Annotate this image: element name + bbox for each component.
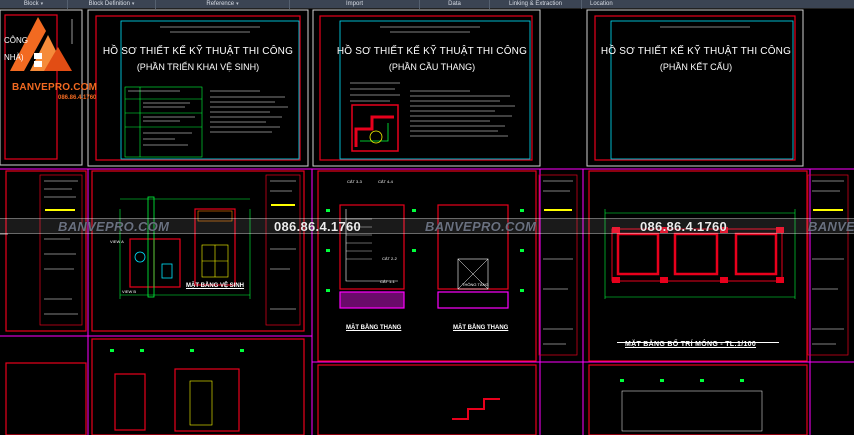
plan-label-mong: MẶT BẰNG BỐ TRÍ MÓNG - TL:1/100: [625, 341, 757, 348]
plan-label-ve-sinh: MẶT BẰNG VỆ SINH: [186, 283, 245, 289]
ribbon-panel-import[interactable]: Import: [290, 0, 420, 9]
view-b-label: VIEW B: [122, 289, 137, 294]
ribbon-panel-label: Location: [590, 1, 613, 7]
ribbon-panel-label: Data: [448, 1, 461, 7]
logo-phone: 086.86.4.1760: [58, 95, 97, 101]
ribbon-panel-data[interactable]: Data: [420, 0, 490, 9]
plan-label-thang-1: MẶT BẰNG THANG: [346, 325, 402, 331]
ribbon-panel-label: Block Definition: [88, 1, 130, 7]
ribbon-panel-reference[interactable]: Reference ▾: [156, 0, 290, 9]
section-label-4: CẮT 4-4: [378, 179, 393, 184]
watermark-site-3: BANVE: [808, 219, 854, 234]
ribbon-panel-linking-extraction[interactable]: Linking & Extraction: [490, 0, 582, 9]
chevron-down-icon: ▾: [40, 1, 44, 7]
left-sheet-text-2: NHÀ): [4, 53, 24, 62]
left-sheet-text-1: CÔNG: [4, 36, 28, 45]
sheet-title-3: HỒ SƠ THIẾT KẾ KỸ THUẬT THI CÔNG: [600, 46, 792, 57]
sheet-title-2: HỒ SƠ THIẾT KẾ KỸ THUẬT THI CÔNG: [336, 46, 528, 57]
chevron-down-icon: ▾: [131, 1, 135, 7]
ribbon-panel-label: Import: [345, 1, 363, 7]
ribbon-panel-label: Reference: [206, 1, 235, 7]
ribbon-panel-block[interactable]: Block ▾: [0, 0, 68, 9]
ribbon-panel-bar: Block ▾ Block Definition ▾ Reference ▾ I…: [0, 0, 854, 9]
sheet-frame-3: [586, 9, 804, 167]
sheet-subtitle-3: (PHẦN KẾT CẤU): [659, 62, 733, 72]
plan-label-thang-2: MẶT BẰNG THANG: [453, 325, 509, 331]
ribbon-panel-label: Block: [23, 1, 39, 7]
sheet-subtitle-1: (PHẦN TRIỂN KHAI VỆ SINH): [136, 62, 260, 72]
watermark-site-1: BANVEPRO.COM: [58, 219, 170, 234]
watermark-site-2: BANVEPRO.COM: [425, 219, 537, 234]
ribbon-panel-location[interactable]: Location: [582, 0, 854, 9]
watermark-phone-2: 086.86.4.1760: [640, 219, 728, 234]
ribbon-panel-label: Linking & Extraction: [508, 1, 563, 7]
sheet-subtitle-2: (PHẦN CẦU THANG): [388, 62, 476, 72]
chevron-down-icon: ▾: [236, 1, 239, 7]
section-label-3: CẮT 3-3: [347, 179, 362, 184]
section-label-1: CẮT 1-1: [380, 279, 395, 284]
view-a-label: VIEW A: [110, 239, 124, 244]
banvepro-logo-icon: [10, 17, 72, 71]
watermark-phone-1: 086.86.4.1760: [274, 219, 362, 234]
ribbon-panel-block-definition[interactable]: Block Definition ▾: [68, 0, 156, 9]
drawing-canvas[interactable]: BANVEPRO.COM 086.86.4.1760 CÔNG NHÀ) HỒ …: [0, 9, 854, 435]
sheet-title-1: HỒ SƠ THIẾT KẾ KỸ THUẬT THI CÔNG: [102, 46, 294, 57]
section-label-2: CẮT 2-2: [382, 256, 397, 261]
thong-tang-label: THÔNG TẦNG: [462, 282, 489, 287]
sheet-frame-2: [312, 9, 541, 167]
logo-name: BANVEPRO.COM: [12, 82, 98, 93]
